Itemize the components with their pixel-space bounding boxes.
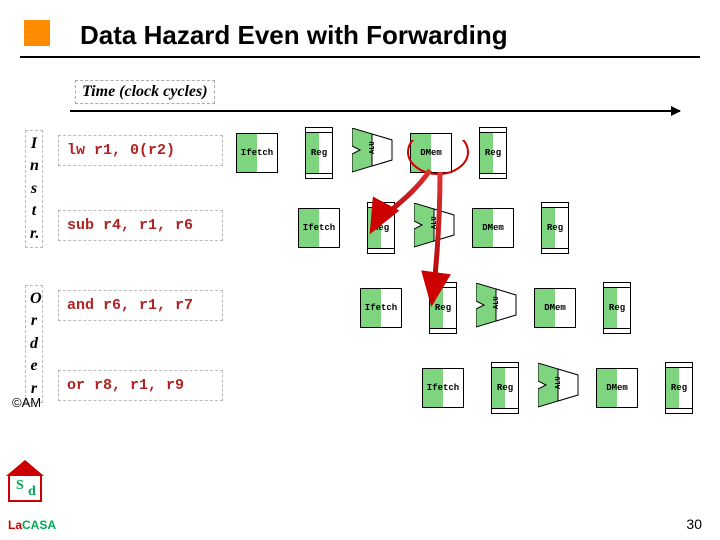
pipeline-row-2: Ifetch Reg DMem Reg — [352, 283, 650, 333]
slide-title: Data Hazard Even with Forwarding — [80, 20, 508, 51]
stage-dmem: DMem — [410, 133, 452, 173]
instruction-0: lw r1, 0(r2) — [58, 135, 223, 166]
copyright-label: ©AM — [12, 395, 41, 410]
title-underline — [20, 56, 700, 58]
stage-reg: Reg — [491, 366, 519, 410]
time-axis-arrow — [70, 110, 680, 112]
stage-ifetch: Ifetch — [422, 368, 464, 408]
lacasa-logo: S d — [8, 474, 44, 510]
instruction-1: sub r4, r1, r6 — [58, 210, 223, 241]
stage-reg: Reg — [367, 206, 395, 250]
stage-reg: Reg — [429, 286, 457, 330]
stage-alu-icon — [476, 283, 522, 333]
instruction-3: or r8, r1, r9 — [58, 370, 223, 401]
pipeline-row-1: Ifetch Reg DMem Reg — [290, 203, 588, 253]
title-accent-box — [24, 20, 50, 46]
instruction-2: and r6, r1, r7 — [58, 290, 223, 321]
stage-reg-wb: Reg — [665, 366, 693, 410]
stage-dmem: DMem — [534, 288, 576, 328]
stage-dmem: DMem — [596, 368, 638, 408]
stage-ifetch: Ifetch — [236, 133, 278, 173]
stage-ifetch: Ifetch — [298, 208, 340, 248]
stage-alu-icon — [538, 363, 584, 413]
lacasa-text: LaCASA — [8, 518, 56, 532]
stage-alu-icon — [414, 203, 460, 253]
page-number: 30 — [686, 516, 702, 532]
instr-column-label: I n s t r. — [25, 130, 43, 248]
stage-reg-wb: Reg — [603, 286, 631, 330]
stage-reg-wb: Reg — [541, 206, 569, 250]
pipeline-row-3: Ifetch Reg DMem Reg — [414, 363, 712, 413]
stage-alu-icon — [352, 128, 398, 178]
pipeline-row-0: Ifetch Reg DMem Reg — [228, 128, 526, 178]
time-axis-label: Time (clock cycles) — [75, 80, 215, 104]
stage-reg: Reg — [305, 131, 333, 175]
stage-reg-wb: Reg — [479, 131, 507, 175]
stage-dmem: DMem — [472, 208, 514, 248]
stage-ifetch: Ifetch — [360, 288, 402, 328]
order-column-label: O r d e r — [25, 285, 43, 403]
